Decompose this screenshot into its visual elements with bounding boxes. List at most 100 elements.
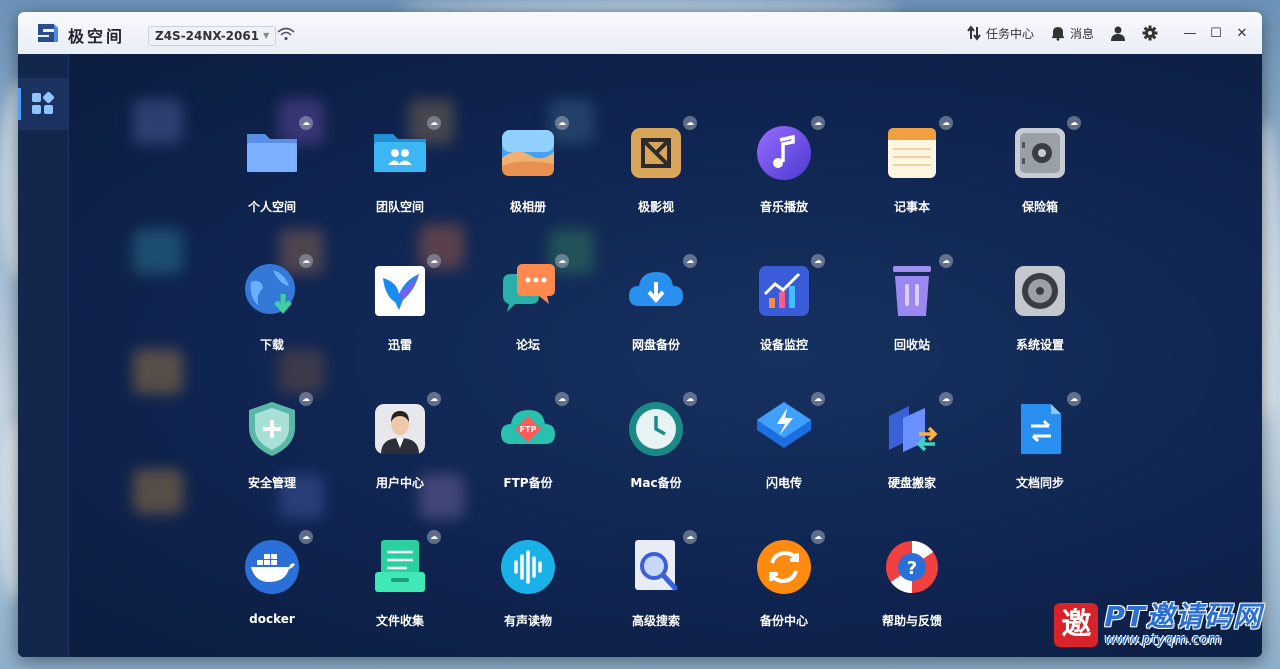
forum-icon [503, 264, 555, 312]
app-user-center[interactable]: ☁ 用户中心 [345, 392, 455, 506]
app-system-settings[interactable]: 系统设置 [985, 258, 1095, 368]
app-label: 下载 [259, 338, 284, 352]
titlebar-actions: 任务中心 消息 — ☐ ✕ [966, 12, 1262, 54]
shield-icon [249, 402, 295, 456]
gear-icon [1142, 25, 1158, 41]
app-photo-album[interactable]: ☁ 极相册 [473, 116, 583, 230]
app-security[interactable]: ☁ 安全管理 [217, 392, 327, 506]
cloud-badge-icon: ☁ [683, 116, 697, 130]
minimize-button[interactable]: — [1180, 26, 1200, 41]
app-mac-backup[interactable]: ☁ Mac备份 [601, 392, 711, 506]
app-label: Mac备份 [630, 476, 682, 490]
time-machine-icon [629, 402, 683, 456]
app-help-feedback[interactable]: ? 帮助与反馈 [857, 534, 967, 644]
app-video[interactable]: ☁ 极影视 [601, 116, 711, 230]
thunder-bird-icon [375, 266, 425, 316]
app-label: FTP备份 [503, 476, 553, 490]
app-advanced-search[interactable]: ☁ 高级搜索 [601, 530, 711, 644]
blurred-background-icon [133, 469, 183, 514]
app-backup-center[interactable]: ☁ 备份中心 [729, 530, 839, 644]
cloud-badge-icon: ☁ [299, 254, 313, 268]
cloud-badge-icon: ☁ [299, 530, 313, 544]
blurred-background-icon [133, 99, 183, 144]
app-name: 极空间 [68, 27, 126, 46]
app-label: 安全管理 [247, 476, 296, 490]
wifi-icon[interactable] [276, 26, 296, 42]
cloud-badge-icon: ☁ [811, 254, 825, 268]
app-audiobook[interactable]: 有声读物 [473, 534, 583, 644]
maximize-button[interactable]: ☐ [1206, 26, 1226, 41]
cloud-backup-icon [629, 272, 683, 306]
cloud-badge-icon: ☁ [811, 116, 825, 130]
app-label: 回收站 [893, 338, 930, 352]
cloud-badge-icon: ☁ [811, 392, 825, 406]
sidebar [18, 54, 69, 657]
bell-icon [1051, 27, 1064, 41]
app-label: 硬盘搬家 [887, 476, 936, 490]
cloud-badge-icon: ☁ [555, 116, 569, 130]
app-docker[interactable]: ☁ docker [217, 530, 327, 644]
settings-button[interactable] [1142, 25, 1158, 41]
watermark-seal: 邀 [1054, 603, 1099, 647]
user-icon [1111, 26, 1125, 41]
user-avatar-icon [375, 404, 425, 454]
app-cloud-backup[interactable]: ☁ 网盘备份 [601, 254, 711, 368]
app-label: 音乐播放 [759, 200, 808, 214]
app-recycle-bin[interactable]: ☁ 回收站 [857, 254, 967, 368]
app-flash-transfer[interactable]: ☁ 闪电传 [729, 392, 839, 506]
app-label: 用户中心 [375, 476, 424, 490]
trash-icon [893, 266, 931, 316]
watermark-title: PT邀请码网 [1104, 600, 1262, 633]
app-safe[interactable]: ☁ 保险箱 [985, 116, 1095, 230]
app-forum[interactable]: ☁ 论坛 [473, 254, 583, 368]
app-label: docker [249, 612, 295, 626]
app-music[interactable]: ☁ 音乐播放 [729, 116, 839, 230]
app-thunder[interactable]: ☁ 迅雷 [345, 254, 455, 368]
transfer-arrows-icon [967, 25, 981, 41]
app-device-monitor[interactable]: ☁ 设备监控 [729, 254, 839, 368]
user-button[interactable] [1110, 25, 1126, 41]
team-folder-icon [374, 134, 426, 172]
app-label: 闪电传 [765, 476, 802, 490]
cloud-badge-icon: ☁ [1067, 116, 1081, 130]
device-select[interactable]: Z4S-24NX-2061 ▼ [148, 26, 277, 46]
app-personal-space[interactable]: ☁ 个人空间 [217, 116, 327, 230]
app-doc-sync[interactable]: ☁ 文档同步 [985, 392, 1095, 506]
svg-text:?: ? [907, 558, 917, 579]
app-notepad[interactable]: ☁ 记事本 [857, 116, 967, 230]
app-label: 有声读物 [503, 614, 552, 628]
svg-text:FTP: FTP [520, 425, 537, 434]
app-label: 极相册 [509, 200, 546, 214]
close-button[interactable]: ✕ [1232, 26, 1252, 41]
disk-move-icon [889, 406, 938, 452]
app-ftp-backup[interactable]: FTP ☁ FTP备份 [473, 392, 583, 506]
messages-label: 消息 [1069, 26, 1094, 41]
sidebar-apps-button[interactable] [18, 78, 68, 130]
messages-button[interactable]: 消息 [1050, 25, 1094, 42]
ftp-icon: FTP [501, 410, 555, 444]
watermark: 邀 PT邀请码网 www.ptyqm.com [1054, 599, 1262, 651]
watermark-url: www.ptyqm.com [1104, 632, 1222, 648]
safe-icon [1015, 128, 1065, 178]
app-team-space[interactable]: ☁ 团队空间 [345, 116, 455, 230]
app-label: 系统设置 [1015, 338, 1064, 352]
app-label: 记事本 [893, 200, 930, 214]
cloud-badge-icon: ☁ [299, 392, 313, 406]
desktop-area: ☁ 个人空间 ☁ 团队空间 ☁ 极相册 ☁ 极影视 ☁ 音乐播放 ☁ 记事本 ☁… [69, 54, 1262, 657]
monitor-chart-icon [759, 266, 809, 316]
app-disk-move[interactable]: ☁ 硬盘搬家 [857, 392, 967, 506]
notepad-icon [888, 128, 936, 178]
app-label: 高级搜索 [631, 614, 680, 628]
app-window: 极空间 Z4S-24NX-2061 ▼ 任务中心 消息 — ☐ ✕ ☁ 个人空间… [18, 12, 1262, 657]
app-file-collect[interactable]: ☁ 文件收集 [345, 530, 455, 644]
music-icon [757, 126, 811, 180]
task-center-button[interactable]: 任务中心 [966, 25, 1034, 42]
app-label: 个人空间 [247, 200, 296, 214]
settings-gear-icon [1015, 266, 1065, 316]
video-icon [631, 128, 681, 178]
cloud-badge-icon: ☁ [427, 254, 441, 268]
app-download[interactable]: ☁ 下载 [217, 254, 327, 368]
app-logo-icon [38, 24, 58, 42]
cloud-badge-icon: ☁ [811, 530, 825, 544]
cloud-badge-icon: ☁ [555, 392, 569, 406]
